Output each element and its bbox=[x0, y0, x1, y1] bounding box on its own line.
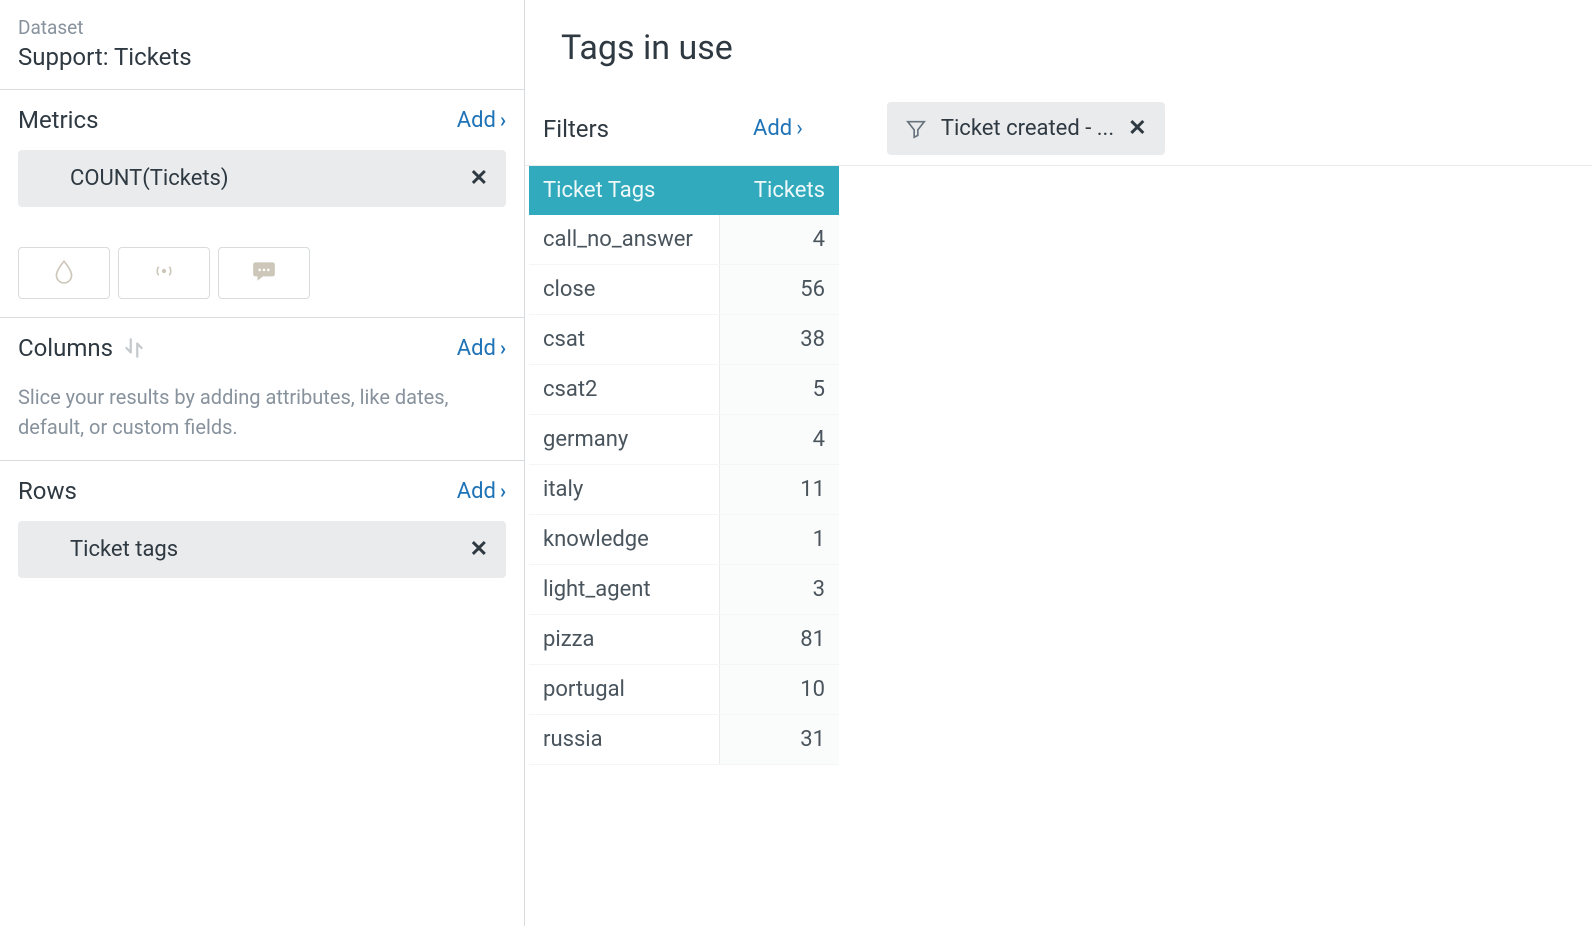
filter-chip[interactable]: Ticket created - ... ✕ bbox=[887, 102, 1165, 155]
filters-add-label: Add bbox=[753, 116, 792, 141]
dataset-section: Dataset Support: Tickets bbox=[0, 0, 524, 90]
table-cell-tag: csat bbox=[529, 315, 719, 365]
table-cell-tickets: 5 bbox=[719, 365, 839, 415]
columns-title: Columns bbox=[18, 334, 147, 362]
table-row[interactable]: csat38 bbox=[529, 315, 839, 365]
columns-add-button[interactable]: Add › bbox=[457, 336, 506, 361]
chevron-right-icon: › bbox=[796, 116, 803, 141]
filter-chip-label: Ticket created - ... bbox=[941, 116, 1114, 141]
table-row[interactable]: russia31 bbox=[529, 715, 839, 765]
columns-add-label: Add bbox=[457, 336, 496, 361]
filter-chip-remove-icon[interactable]: ✕ bbox=[1128, 116, 1146, 141]
report-title: Tags in use bbox=[561, 28, 1556, 68]
columns-hint: Slice your results by adding attributes,… bbox=[0, 382, 524, 461]
metrics-add-button[interactable]: Add › bbox=[457, 108, 506, 133]
rows-add-label: Add bbox=[457, 479, 496, 504]
table-row[interactable]: portugal10 bbox=[529, 665, 839, 715]
metric-chip[interactable]: COUNT(Tickets) ✕ bbox=[18, 150, 506, 207]
filters-row: Filters Add › Ticket created - ... ✕ bbox=[525, 92, 1592, 166]
table-row[interactable]: call_no_answer4 bbox=[529, 215, 839, 265]
table-cell-tag: portugal bbox=[529, 665, 719, 715]
rows-section: Rows Add › Ticket tags ✕ bbox=[0, 461, 524, 596]
filters-label: Filters bbox=[543, 115, 609, 143]
table-header-tags[interactable]: Ticket Tags bbox=[529, 166, 719, 215]
metric-chip-remove-icon[interactable]: ✕ bbox=[470, 168, 488, 190]
table-row[interactable]: knowledge1 bbox=[529, 515, 839, 565]
chart-type-drop-button[interactable] bbox=[18, 247, 110, 299]
table-cell-tickets: 1 bbox=[719, 515, 839, 565]
table-cell-tag: knowledge bbox=[529, 515, 719, 565]
columns-section: Columns Add › bbox=[0, 318, 524, 382]
table-cell-tickets: 10 bbox=[719, 665, 839, 715]
table-cell-tag: light_agent bbox=[529, 565, 719, 615]
chart-type-live-button[interactable] bbox=[118, 247, 210, 299]
table-cell-tag: csat2 bbox=[529, 365, 719, 415]
table-row[interactable]: light_agent3 bbox=[529, 565, 839, 615]
chart-type-chat-button[interactable] bbox=[218, 247, 310, 299]
chevron-right-icon: › bbox=[500, 338, 506, 358]
row-chip[interactable]: Ticket tags ✕ bbox=[18, 521, 506, 578]
table-header-tickets[interactable]: Tickets bbox=[719, 166, 839, 215]
table-row[interactable]: pizza81 bbox=[529, 615, 839, 665]
table-cell-tag: close bbox=[529, 265, 719, 315]
table-cell-tickets: 4 bbox=[719, 415, 839, 465]
rows-title: Rows bbox=[18, 477, 77, 505]
broadcast-icon bbox=[151, 258, 177, 288]
table-cell-tickets: 81 bbox=[719, 615, 839, 665]
metric-chip-label: COUNT(Tickets) bbox=[70, 166, 229, 191]
table-cell-tickets: 11 bbox=[719, 465, 839, 515]
filters-add-button[interactable]: Add › bbox=[753, 116, 803, 141]
table-row[interactable]: close56 bbox=[529, 265, 839, 315]
funnel-icon bbox=[905, 118, 927, 140]
table-cell-tag: pizza bbox=[529, 615, 719, 665]
metrics-section: Metrics Add › COUNT(Tickets) ✕ bbox=[0, 90, 524, 318]
row-chip-label: Ticket tags bbox=[70, 537, 178, 562]
table-cell-tickets: 38 bbox=[719, 315, 839, 365]
table-cell-tickets: 56 bbox=[719, 265, 839, 315]
chat-icon bbox=[251, 258, 277, 288]
report-header: Tags in use bbox=[525, 0, 1592, 92]
table-cell-tickets: 4 bbox=[719, 215, 839, 265]
rows-add-button[interactable]: Add › bbox=[457, 479, 506, 504]
drop-icon bbox=[51, 258, 77, 288]
results-table-wrap: Ticket Tags Tickets call_no_answer4close… bbox=[525, 166, 1592, 765]
dataset-value[interactable]: Support: Tickets bbox=[18, 43, 506, 71]
chevron-right-icon: › bbox=[500, 481, 506, 501]
chevron-right-icon: › bbox=[500, 110, 506, 130]
chart-type-row bbox=[18, 247, 506, 299]
row-chip-remove-icon[interactable]: ✕ bbox=[470, 539, 488, 561]
table-row[interactable]: germany4 bbox=[529, 415, 839, 465]
columns-title-text: Columns bbox=[18, 334, 113, 362]
table-cell-tickets: 3 bbox=[719, 565, 839, 615]
results-table: Ticket Tags Tickets call_no_answer4close… bbox=[529, 166, 839, 765]
table-cell-tag: call_no_answer bbox=[529, 215, 719, 265]
dataset-label: Dataset bbox=[18, 16, 506, 39]
metrics-title: Metrics bbox=[18, 106, 98, 134]
table-cell-tag: russia bbox=[529, 715, 719, 765]
config-sidebar: Dataset Support: Tickets Metrics Add › C… bbox=[0, 0, 525, 926]
table-row[interactable]: csat25 bbox=[529, 365, 839, 415]
table-row[interactable]: italy11 bbox=[529, 465, 839, 515]
swap-icon[interactable] bbox=[121, 335, 147, 361]
table-cell-tag: italy bbox=[529, 465, 719, 515]
main-area: Tags in use Filters Add › Ticket created… bbox=[525, 0, 1592, 926]
table-cell-tag: germany bbox=[529, 415, 719, 465]
metrics-add-label: Add bbox=[457, 108, 496, 133]
table-cell-tickets: 31 bbox=[719, 715, 839, 765]
